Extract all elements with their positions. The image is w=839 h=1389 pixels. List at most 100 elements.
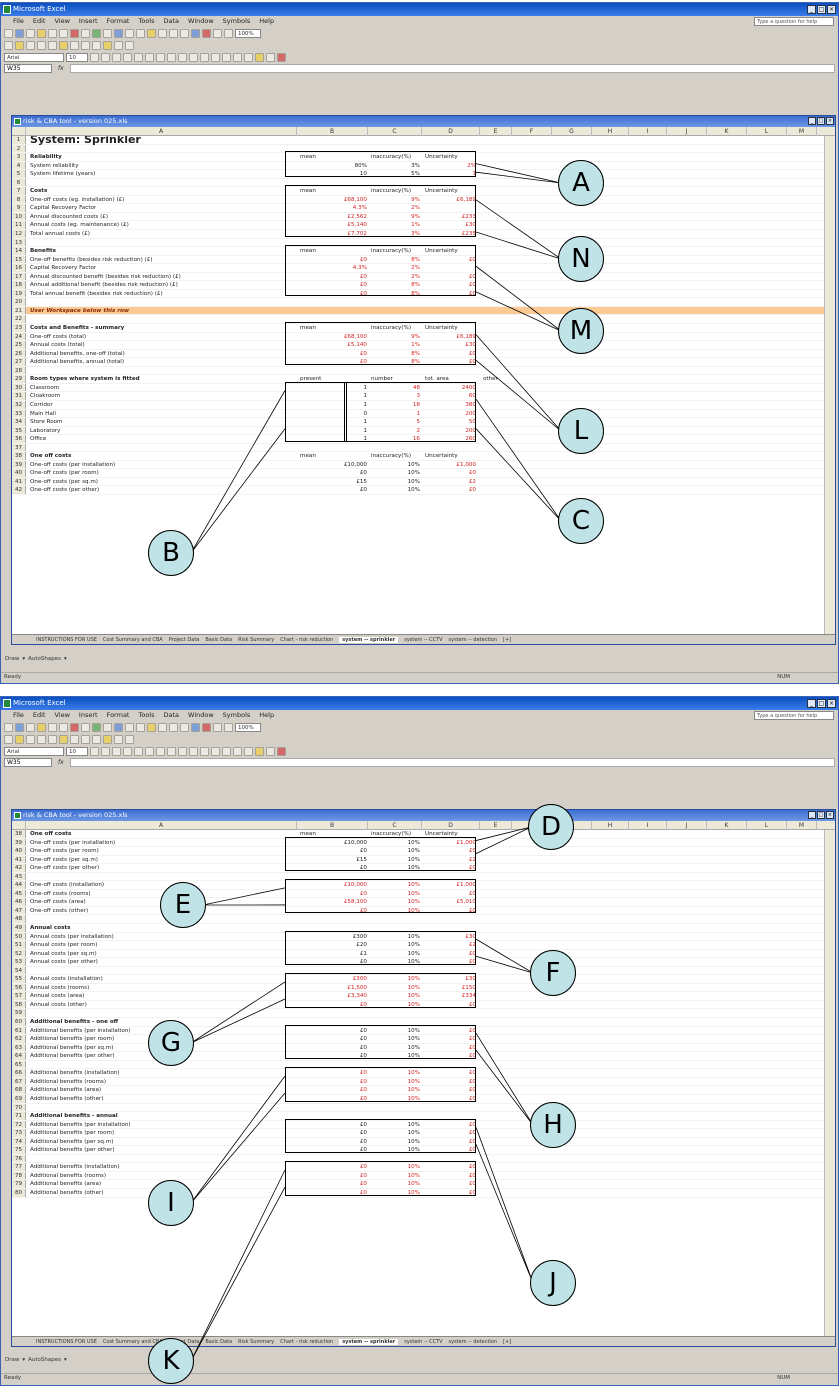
- column-header-d[interactable]: D: [422, 127, 480, 136]
- format-button[interactable]: [156, 52, 165, 62]
- cell-label[interactable]: Additional benefits, one-off (total): [30, 350, 125, 359]
- sheet-tab[interactable]: [+]: [503, 637, 511, 643]
- cell-label[interactable]: One off costs: [30, 830, 71, 839]
- sheet-row[interactable]: 38 One off costs mean inaccuracy(%) Uncertai…: [12, 452, 835, 461]
- cell-label[interactable]: Additional benefits (other): [30, 1189, 104, 1198]
- cell-label[interactable]: Total annual benefit (besides risk reduc…: [30, 290, 163, 299]
- row-number[interactable]: 1: [12, 136, 26, 144]
- row-number[interactable]: 78: [12, 1171, 26, 1180]
- minimize-button[interactable]: _: [807, 5, 816, 14]
- row-number[interactable]: 79: [12, 1180, 26, 1188]
- cell-label[interactable]: Additional benefits, annual (total): [30, 358, 124, 367]
- sheet-row[interactable]: 48: [12, 915, 835, 925]
- sheet-row[interactable]: 1 System: Sprinkler: [12, 136, 835, 146]
- cell-label[interactable]: Additional benefits (per room): [30, 1129, 114, 1138]
- format-button[interactable]: [112, 52, 121, 62]
- cell-label[interactable]: System reliability: [30, 162, 79, 171]
- cell-d[interactable]: Uncertainty: [422, 452, 476, 461]
- cell-label[interactable]: Annual costs (installation): [30, 975, 103, 984]
- cell-label[interactable]: Annual costs (other): [30, 1001, 87, 1010]
- cell-label[interactable]: Costs and Benefits - summary: [30, 324, 124, 333]
- row-number[interactable]: 30: [12, 383, 26, 392]
- maximize-button[interactable]: □: [817, 5, 826, 14]
- row-number[interactable]: 72: [12, 1120, 26, 1129]
- sheet-tab[interactable]: system -- CCTV: [404, 1339, 442, 1345]
- row-number[interactable]: 22: [12, 315, 26, 324]
- vertical-scrollbar[interactable]: [824, 136, 835, 634]
- menu-insert[interactable]: Insert: [79, 710, 98, 721]
- toolbar-button[interactable]: [103, 40, 112, 50]
- row-number[interactable]: 10: [12, 212, 26, 221]
- row-number[interactable]: 38: [12, 452, 26, 460]
- row-number[interactable]: 40: [12, 847, 26, 855]
- toolbar-button[interactable]: [147, 722, 156, 732]
- format-button[interactable]: [233, 746, 242, 756]
- column-header-h[interactable]: H: [592, 127, 629, 136]
- row-number[interactable]: 23: [12, 324, 26, 332]
- cell-label[interactable]: Annual costs (rooms): [30, 984, 89, 993]
- wb-restore-button[interactable]: □: [817, 811, 825, 819]
- cell-label[interactable]: Corridor: [30, 401, 53, 410]
- format-button[interactable]: [200, 746, 209, 756]
- toolbar-button[interactable]: [81, 40, 90, 50]
- menu-symbols[interactable]: Symbols: [223, 710, 251, 721]
- row-number[interactable]: 21: [12, 306, 26, 315]
- font-size-select[interactable]: 10: [66, 52, 88, 62]
- formula-input[interactable]: [69, 64, 835, 73]
- row-number[interactable]: 64: [12, 1052, 26, 1060]
- toolbar-button[interactable]: [70, 734, 79, 744]
- toolbar-button[interactable]: [4, 28, 13, 38]
- format-button[interactable]: [156, 746, 165, 756]
- row-number[interactable]: 41: [12, 855, 26, 864]
- sheet-tab[interactable]: system -- detection: [449, 1339, 497, 1345]
- column-header-e[interactable]: E: [480, 821, 512, 830]
- menu-symbols[interactable]: Symbols: [223, 16, 251, 27]
- row-number[interactable]: 46: [12, 898, 26, 906]
- toolbar-button[interactable]: [26, 28, 35, 38]
- autoshapes-menu[interactable]: AutoShapes: [28, 653, 61, 665]
- row-number[interactable]: 15: [12, 255, 26, 264]
- cell-d[interactable]: £2: [422, 478, 476, 487]
- toolbar-button[interactable]: [147, 28, 156, 38]
- row-number[interactable]: 73: [12, 1129, 26, 1137]
- toolbar-button[interactable]: [92, 28, 101, 38]
- maximize-button[interactable]: □: [817, 699, 826, 708]
- row-number[interactable]: 38: [12, 830, 26, 838]
- row-number[interactable]: 49: [12, 924, 26, 932]
- column-header-e[interactable]: E: [480, 127, 512, 136]
- sheet-row[interactable]: 28: [12, 366, 835, 376]
- sheet-row[interactable]: 40 One-off costs (per room) £0 10% £0: [12, 469, 835, 478]
- column-header-g[interactable]: G: [552, 127, 592, 136]
- sheet-row[interactable]: 70: [12, 1103, 835, 1113]
- menu-edit[interactable]: Edit: [33, 710, 46, 721]
- row-number[interactable]: 69: [12, 1094, 26, 1103]
- toolbar-button[interactable]: [15, 734, 24, 744]
- row-number[interactable]: 54: [12, 966, 26, 975]
- menu-view[interactable]: View: [54, 710, 69, 721]
- cell-d[interactable]: £0: [422, 486, 476, 495]
- row-number[interactable]: 31: [12, 392, 26, 400]
- toolbar-button[interactable]: [169, 722, 178, 732]
- row-number[interactable]: 77: [12, 1163, 26, 1171]
- format-button[interactable]: [277, 52, 286, 62]
- cell-label[interactable]: One-off costs (per room): [30, 847, 99, 856]
- cell-label[interactable]: Annual costs (per room): [30, 941, 97, 950]
- row-number[interactable]: 25: [12, 341, 26, 349]
- column-header-b[interactable]: B: [297, 127, 368, 136]
- fx-icon[interactable]: fx: [58, 759, 64, 766]
- cell-label[interactable]: Additional benefits (other): [30, 1095, 104, 1104]
- sheet-row[interactable]: 37: [12, 443, 835, 453]
- wb-minimize-button[interactable]: _: [808, 117, 816, 125]
- cell-label[interactable]: Room types where system is fitted: [30, 375, 140, 384]
- toolbar-button[interactable]: [158, 722, 167, 732]
- menu-view[interactable]: View: [54, 16, 69, 27]
- column-header-k[interactable]: K: [707, 127, 747, 136]
- format-button[interactable]: [123, 746, 132, 756]
- format-button[interactable]: [189, 746, 198, 756]
- menu-help[interactable]: Help: [259, 16, 274, 27]
- sheet-tab[interactable]: INSTRUCTIONS FOR USE: [36, 1339, 97, 1345]
- column-header-h[interactable]: H: [592, 821, 629, 830]
- toolbar-button[interactable]: [169, 28, 178, 38]
- column-header-i[interactable]: I: [629, 821, 667, 830]
- column-header-k[interactable]: K: [707, 821, 747, 830]
